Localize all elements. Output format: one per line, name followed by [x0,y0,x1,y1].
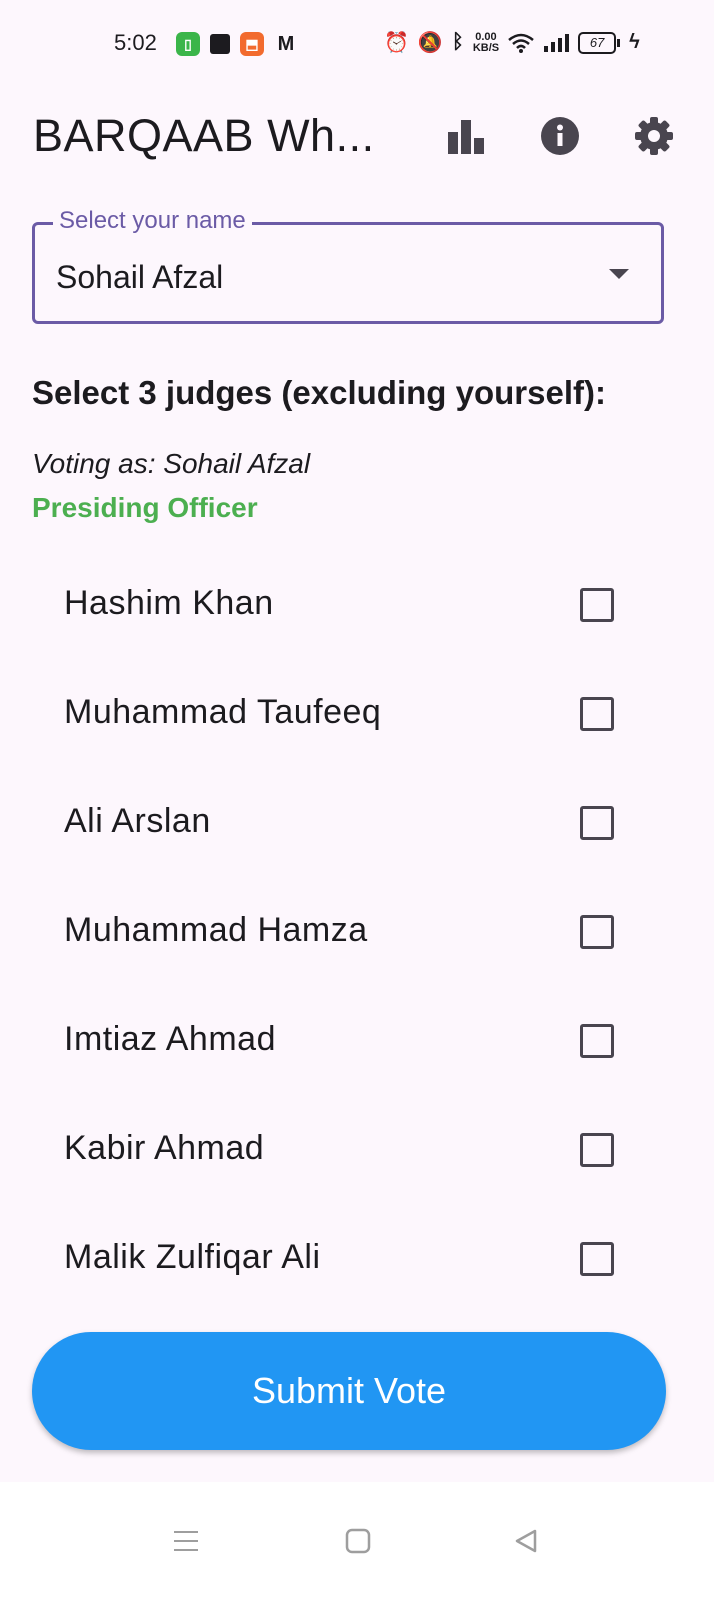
judge-row[interactable]: Malik Zulfiqar Ali [0,1204,714,1313]
judge-checkbox[interactable] [580,1133,614,1167]
role-label: Presiding Officer [32,492,258,523]
judge-checkbox[interactable] [580,806,614,840]
status-time: 5:02 [114,30,157,55]
wifi-icon [508,33,534,53]
system-icons: ⏰ 🔕 ᛒ 0.00 KB/S 67 ϟ [384,30,640,55]
judge-row[interactable]: Imtiaz Ahmad [0,986,714,1095]
judge-checkbox[interactable] [580,697,614,731]
network-speed: 0.00 KB/S [472,30,500,54]
back-button[interactable] [506,1526,546,1556]
bar-chart-icon [448,120,484,154]
judge-name: Imtiaz Ahmad [64,1020,276,1058]
info-icon [541,117,579,155]
notification-icons: ▯ ⬒ M [176,32,298,56]
judge-name: Ali Arslan [64,802,211,840]
judge-name: Hashim Khan [64,584,274,622]
judge-name: Muhammad Hamza [64,911,368,949]
mute-icon: 🔕 [417,32,443,54]
name-select[interactable]: Select your name Sohail Afzal [32,207,664,324]
section-title: Select 3 judges (excluding yourself): [32,374,606,411]
battery-icon: 67 [578,31,621,54]
judge-row[interactable]: Hashim Khan [0,550,714,659]
app-notification-icon: ▯ [176,32,200,56]
clipboard-icon [210,34,230,54]
judge-checkbox[interactable] [580,588,614,622]
judge-checkbox[interactable] [580,1024,614,1058]
app-title: BARQAAB Wh... [33,110,375,161]
system-nav-bar [0,1482,714,1599]
judge-row[interactable]: Muhammad Hamza [0,877,714,986]
dropdown-arrow-icon [609,269,629,279]
settings-button[interactable] [630,112,678,160]
submit-vote-button[interactable]: Submit Vote [32,1332,666,1450]
status-bar: 5:02 ▯ ⬒ M ⏰ 🔕 ᛒ 0.00 KB/S 67 ϟ [0,0,714,80]
gear-icon [635,117,673,155]
signal-icon [544,33,570,52]
square-icon [345,1528,371,1554]
judge-row[interactable]: Muhammad Taufeeq [0,659,714,768]
charging-icon: ϟ [629,31,640,53]
bluetooth-icon: ᛒ [451,31,464,53]
judge-checkbox[interactable] [580,915,614,949]
judge-name: Muhammad Taufeeq [64,693,382,731]
alarm-icon: ⏰ [384,32,409,54]
shopping-icon: ⬒ [240,32,264,56]
info-button[interactable] [536,112,584,160]
home-button[interactable] [338,1526,378,1556]
judge-row[interactable]: Kabir Ahmad [0,1095,714,1204]
stats-button[interactable] [442,112,490,160]
judge-checkbox[interactable] [580,1242,614,1276]
gmail-icon: M [277,32,295,55]
name-select-value: Sohail Afzal [56,259,224,295]
recents-button[interactable] [166,1526,206,1556]
menu-icon [174,1531,198,1551]
judge-name: Kabir Ahmad [64,1129,265,1167]
back-triangle-icon [515,1529,537,1553]
name-select-label: Select your name [53,207,252,235]
voting-as-text: Voting as: Sohail Afzal [32,448,311,479]
judge-name: Malik Zulfiqar Ali [64,1238,321,1276]
judge-row[interactable]: Ali Arslan [0,768,714,877]
